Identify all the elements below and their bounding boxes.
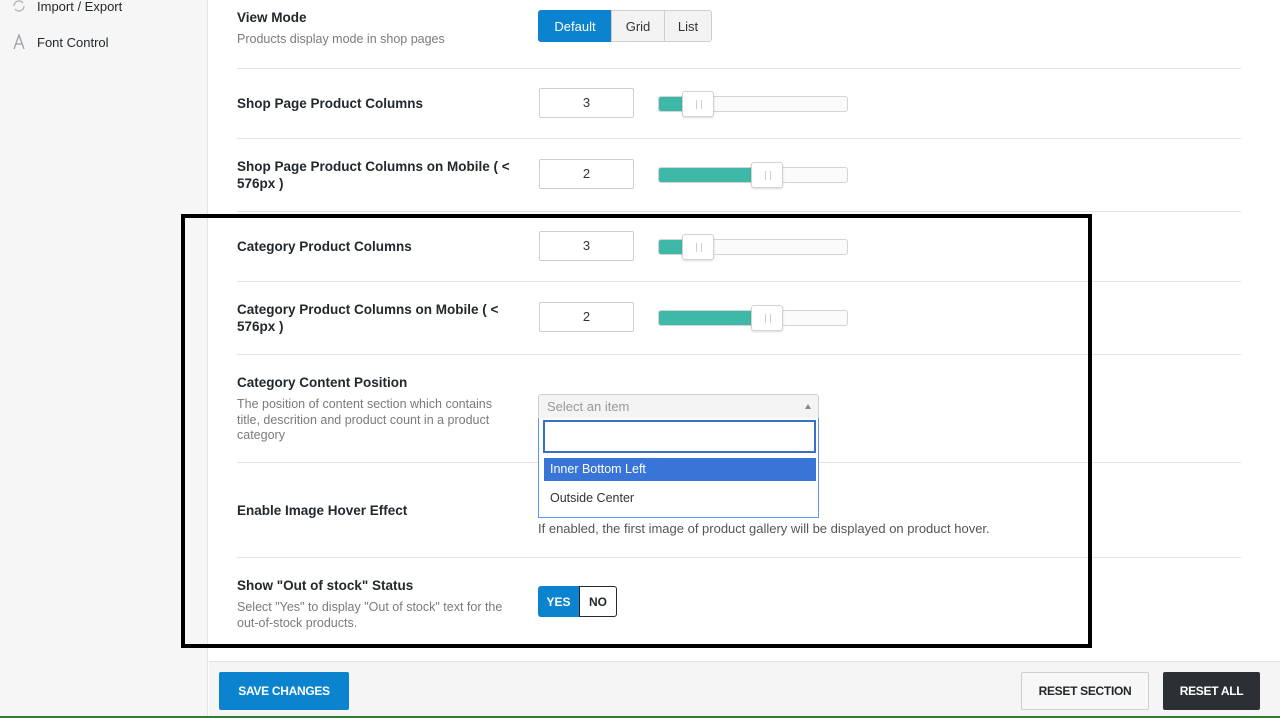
reset-section-button[interactable]: RESET SECTION — [1021, 672, 1149, 710]
row-divider — [237, 69, 1241, 139]
refresh-icon — [10, 0, 28, 15]
out-of-stock-toggle: YES NO — [538, 586, 617, 617]
out-of-stock-label: Show "Out of stock" Status — [237, 578, 414, 593]
select-dropdown: Inner Bottom Left Outside Center — [538, 418, 819, 518]
dropdown-search-input[interactable] — [543, 420, 816, 453]
no-button[interactable]: NO — [579, 586, 617, 617]
sidebar-item-import-export[interactable]: Import / Export — [10, 0, 122, 17]
yes-button[interactable]: YES — [538, 586, 579, 617]
sidebar-item-label: Font Control — [37, 34, 109, 50]
font-icon — [10, 33, 28, 51]
select-placeholder: Select an item — [547, 399, 630, 414]
dropdown-option[interactable]: Inner Bottom Left — [544, 458, 816, 481]
dropdown-option[interactable]: Outside Center — [544, 487, 816, 510]
row-divider — [237, 0, 1241, 69]
row-divider — [237, 282, 1241, 355]
sidebar-item-label: Import / Export — [37, 0, 123, 14]
sidebar-item-font-control[interactable]: Font Control — [10, 31, 109, 53]
description-line: out-of-stock products. — [237, 615, 358, 630]
reset-all-button[interactable]: RESET ALL — [1163, 672, 1260, 710]
row-divider — [237, 139, 1241, 212]
out-of-stock-description: Select "Yes" to display "Out of stock" t… — [237, 600, 502, 631]
save-changes-button[interactable]: SAVE CHANGES — [219, 672, 349, 710]
description-line: Select "Yes" to display "Out of stock" t… — [237, 600, 503, 614]
content-position-select[interactable]: Select an item — [538, 394, 819, 420]
sidebar: Import / Export Font Control — [0, 0, 208, 718]
row-divider — [237, 212, 1241, 282]
dropdown-arrow-icon — [805, 404, 811, 409]
